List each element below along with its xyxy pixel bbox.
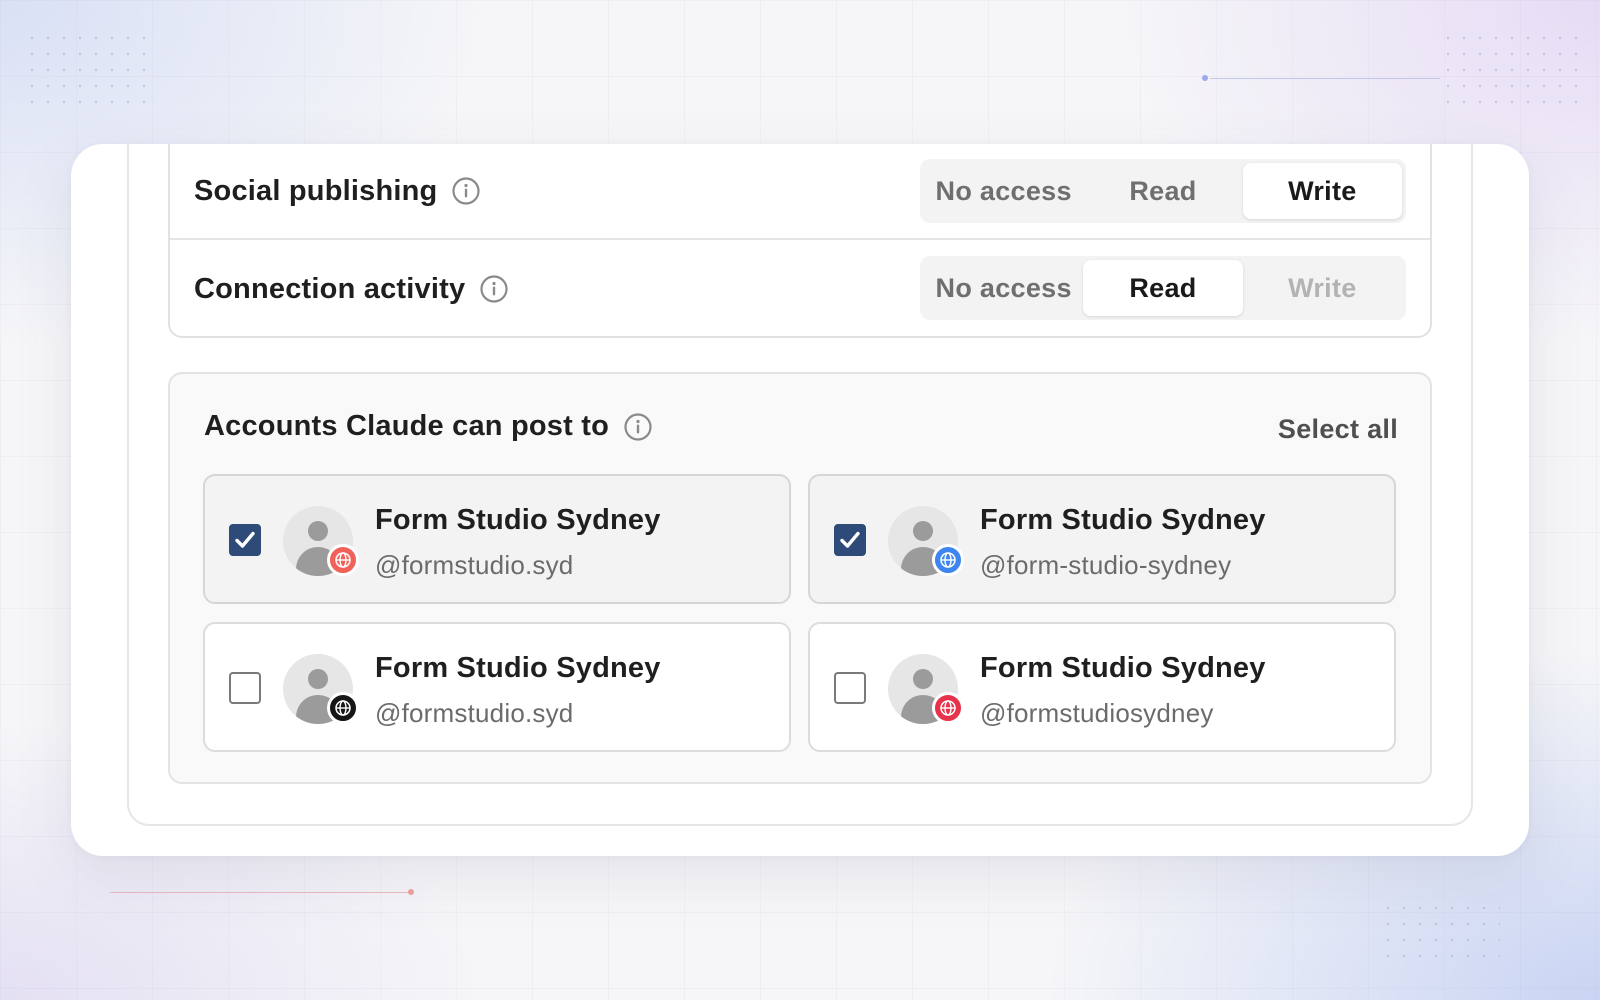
access-segmented-control: No access Read Write xyxy=(920,159,1406,223)
globe-icon xyxy=(335,552,351,568)
account-handle: @form-studio-sydney xyxy=(980,550,1232,580)
permission-label: Connection activity xyxy=(194,273,509,306)
platform-badge xyxy=(327,692,359,724)
check-icon xyxy=(235,531,255,548)
account-card[interactable]: Form Studio Sydney @formstudio.syd xyxy=(203,622,791,752)
account-checkbox[interactable] xyxy=(834,672,866,704)
permissions-table: Social publishing No access Read Write C… xyxy=(168,144,1432,338)
segment-read[interactable]: Read xyxy=(1083,260,1243,316)
account-name: Form Studio Sydney xyxy=(375,652,661,684)
account-card[interactable]: Form Studio Sydney @form-studio-sydney xyxy=(808,474,1396,604)
accounts-title: Accounts Claude can post to xyxy=(204,410,653,443)
platform-badge xyxy=(327,544,359,576)
background-dots xyxy=(1440,30,1580,110)
account-checkbox[interactable] xyxy=(229,672,261,704)
check-icon xyxy=(840,531,860,548)
account-name: Form Studio Sydney xyxy=(980,504,1266,536)
background-dot xyxy=(1202,75,1208,81)
background-dot xyxy=(408,889,414,895)
info-icon[interactable] xyxy=(451,176,481,206)
account-checkbox[interactable] xyxy=(834,524,866,556)
platform-badge xyxy=(932,544,964,576)
accounts-panel: Accounts Claude can post to Select all F… xyxy=(168,372,1432,784)
accounts-title-text: Accounts Claude can post to xyxy=(204,410,609,442)
permission-row-connection-activity: Connection activity No access Read Write xyxy=(170,240,1430,338)
permission-row-social-publishing: Social publishing No access Read Write xyxy=(170,144,1430,240)
account-card[interactable]: Form Studio Sydney @formstudio.syd xyxy=(203,474,791,604)
info-icon[interactable] xyxy=(479,274,509,304)
background-line xyxy=(1210,78,1440,79)
segment-no-access[interactable]: No access xyxy=(924,163,1083,219)
globe-icon xyxy=(940,552,956,568)
account-handle: @formstudio.syd xyxy=(375,550,574,580)
permission-label: Social publishing xyxy=(194,175,481,208)
permission-label-text: Social publishing xyxy=(194,174,438,207)
account-name: Form Studio Sydney xyxy=(375,504,661,536)
segment-write[interactable]: Write xyxy=(1243,260,1402,316)
segment-no-access[interactable]: No access xyxy=(924,260,1083,316)
account-handle: @formstudio.syd xyxy=(375,698,574,728)
permission-label-text: Connection activity xyxy=(194,272,466,305)
account-name: Form Studio Sydney xyxy=(980,652,1266,684)
background-dots xyxy=(1380,900,1500,960)
account-card[interactable]: Form Studio Sydney @formstudiosydney xyxy=(808,622,1396,752)
account-handle: @formstudiosydney xyxy=(980,698,1214,728)
globe-icon xyxy=(940,700,956,716)
segment-read[interactable]: Read xyxy=(1083,163,1242,219)
select-all-button[interactable]: Select all xyxy=(1278,414,1398,445)
background-dots xyxy=(24,30,154,110)
globe-icon xyxy=(335,700,351,716)
platform-badge xyxy=(932,692,964,724)
info-icon[interactable] xyxy=(623,412,653,442)
permissions-card: Social publishing No access Read Write C… xyxy=(71,142,1529,856)
background-line xyxy=(110,892,410,893)
access-segmented-control: No access Read Write xyxy=(920,256,1406,320)
account-checkbox[interactable] xyxy=(229,524,261,556)
segment-write[interactable]: Write xyxy=(1242,163,1402,219)
